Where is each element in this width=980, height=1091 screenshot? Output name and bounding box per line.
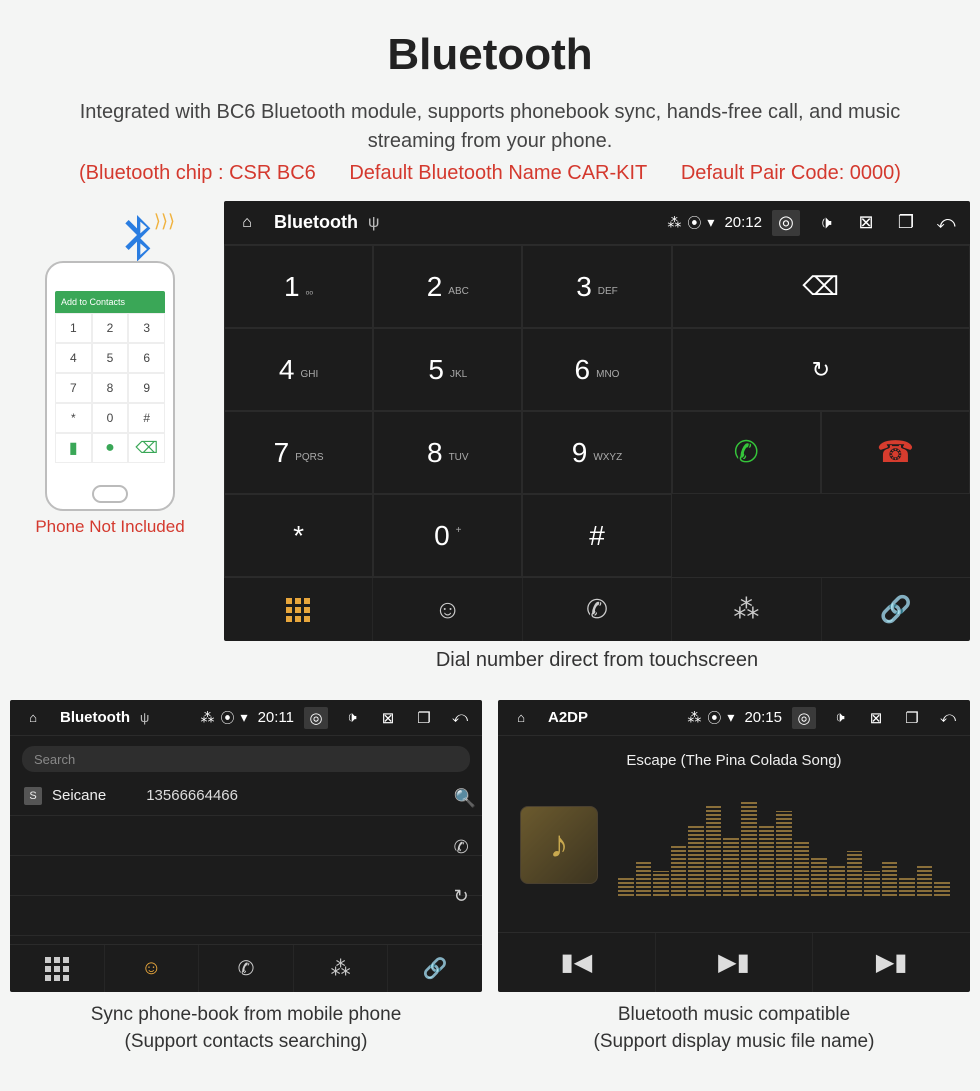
nav-contacts[interactable]: ☺ (105, 945, 200, 992)
recent-icon[interactable]: ❐ (892, 210, 920, 236)
volume-icon[interactable]: 🕩 (340, 707, 364, 729)
empty-row (10, 896, 482, 936)
back-icon[interactable]: ⤺ (448, 707, 472, 729)
spec-line: (Bluetooth chip : CSR BC6 Default Blueto… (10, 162, 970, 185)
key-star[interactable]: * (224, 494, 373, 577)
key-2[interactable]: 2ABC (373, 245, 522, 328)
contact-number: 13566664466 (146, 787, 238, 804)
nav-pair[interactable]: 🔗 (822, 578, 970, 641)
wifi-icon: ▾ (727, 709, 734, 726)
back-icon[interactable]: ⤺ (936, 707, 960, 729)
music-screen: ⌂ A2DP ⁂ ⦿ ▾ 20:15 ◎ 🕩 ⊠ ❐ ⤺ (498, 700, 970, 992)
spec-code: Default Pair Code: 0000) (681, 162, 901, 184)
hangup-button[interactable]: ☎ (821, 411, 970, 494)
phone-not-included-label: Phone Not Included (10, 517, 210, 537)
location-icon: ⦿ (687, 213, 701, 233)
usb-icon: ψ (368, 214, 379, 232)
nav-keypad[interactable] (10, 945, 105, 992)
redial-key[interactable]: ↻ (672, 328, 970, 411)
contact-badge: S (24, 787, 42, 805)
spec-name: Default Bluetooth Name CAR-KIT (349, 162, 647, 184)
key-4[interactable]: 4GHI (224, 328, 373, 411)
empty-row (10, 856, 482, 896)
backspace-key[interactable]: ⌫ (672, 245, 970, 328)
screenshot-icon[interactable]: ◎ (304, 707, 328, 729)
close-icon[interactable]: ⊠ (852, 210, 880, 236)
mock-header: Add to Contacts (61, 297, 125, 307)
nav-bluetooth[interactable]: ⁂ (672, 578, 821, 641)
side-search-icon[interactable]: 🔍 (454, 788, 476, 809)
signal-waves-icon: ⟩⟩⟩ (154, 211, 175, 232)
home-icon[interactable]: ⌂ (20, 710, 46, 725)
empty-row (10, 816, 482, 856)
key-3[interactable]: 3DEF (522, 245, 671, 328)
recent-icon[interactable]: ❐ (412, 707, 436, 729)
clock: 20:11 (258, 709, 294, 726)
key-9[interactable]: 9WXYZ (522, 411, 671, 494)
close-icon[interactable]: ⊠ (376, 707, 400, 729)
search-input[interactable]: Search (22, 746, 470, 772)
dialer-caption: Dial number direct from touchscreen (224, 649, 970, 672)
page-title: Bluetooth (10, 30, 970, 80)
bluetooth-status-icon: ⁂ (667, 214, 681, 231)
side-call-icon[interactable]: ✆ (454, 837, 476, 858)
description: Integrated with BC6 Bluetooth module, su… (40, 98, 940, 156)
contacts-screen: ⌂ Bluetooth ψ ⁂ ⦿ ▾ 20:11 ◎ 🕩 ⊠ ❐ (10, 700, 482, 992)
key-8[interactable]: 8TUV (373, 411, 522, 494)
album-art: ♪ (520, 806, 598, 884)
screenshot-icon[interactable]: ◎ (792, 707, 816, 729)
location-icon: ⦿ (707, 708, 721, 728)
nav-contacts[interactable]: ☺ (373, 578, 522, 641)
recent-icon[interactable]: ❐ (900, 707, 924, 729)
song-title: Escape (The Pina Colada Song) (498, 752, 970, 769)
wifi-icon: ▾ (707, 214, 714, 231)
music-note-icon: ♪ (550, 824, 569, 867)
volume-icon[interactable]: 🕩 (828, 707, 852, 729)
back-icon[interactable]: ⤺ (932, 210, 960, 236)
visualizer (618, 796, 950, 896)
contacts-caption: Sync phone-book from mobile phone(Suppor… (10, 1002, 482, 1055)
prev-track-button[interactable]: ▮◀ (498, 933, 656, 992)
location-icon: ⦿ (221, 708, 235, 728)
key-5[interactable]: 5JKL (373, 328, 522, 411)
nav-bluetooth[interactable]: ⁂ (294, 945, 389, 992)
home-icon[interactable]: ⌂ (234, 214, 260, 232)
close-icon[interactable]: ⊠ (864, 707, 888, 729)
nav-keypad[interactable] (224, 578, 373, 641)
bluetooth-status-icon: ⁂ (687, 709, 701, 726)
key-0[interactable]: 0+ (373, 494, 522, 577)
key-6[interactable]: 6MNO (522, 328, 671, 411)
nav-pair[interactable]: 🔗 (388, 945, 482, 992)
key-1[interactable]: 1ₒₒ (224, 245, 373, 328)
home-icon[interactable]: ⌂ (508, 710, 534, 725)
clock: 20:12 (724, 214, 762, 231)
music-caption: Bluetooth music compatible(Support displ… (498, 1002, 970, 1055)
phone-mockup: Add to Contacts 123 456 789 *0# ▮●⌫ (45, 261, 175, 511)
play-pause-button[interactable]: ▶▮ (656, 933, 814, 992)
next-track-button[interactable]: ▶▮ (813, 933, 970, 992)
dialer-screen: ⌂ Bluetooth ψ ⁂ ⦿ ▾ 20:12 ◎ 🕩 ⊠ ❐ (224, 201, 970, 641)
contact-row[interactable]: S Seicane 13566664466 (10, 776, 482, 816)
nav-calllog[interactable]: ✆ (199, 945, 294, 992)
status-title: Bluetooth (60, 709, 130, 726)
wifi-icon: ▾ (241, 709, 248, 726)
status-title: Bluetooth (274, 212, 358, 233)
nav-calllog[interactable]: ✆ (523, 578, 672, 641)
status-title: A2DP (548, 709, 588, 726)
screenshot-icon[interactable]: ◎ (772, 210, 800, 236)
dial-keypad: 1ₒₒ 2ABC 3DEF ⌫ 4GHI 5JKL 6MNO ↻ 7PQRS 8… (224, 245, 970, 577)
bluetooth-icon: ⟩⟩⟩ (117, 215, 157, 265)
spec-chip: (Bluetooth chip : CSR BC6 (79, 162, 316, 184)
bluetooth-status-icon: ⁂ (201, 709, 215, 726)
usb-icon: ψ (140, 710, 149, 725)
contact-name: Seicane (52, 787, 106, 804)
volume-icon[interactable]: 🕩 (812, 210, 840, 236)
key-hash[interactable]: # (522, 494, 671, 577)
call-button[interactable]: ✆ (672, 411, 821, 494)
side-refresh-icon[interactable]: ↻ (454, 886, 476, 907)
clock: 20:15 (744, 709, 782, 726)
key-7[interactable]: 7PQRS (224, 411, 373, 494)
